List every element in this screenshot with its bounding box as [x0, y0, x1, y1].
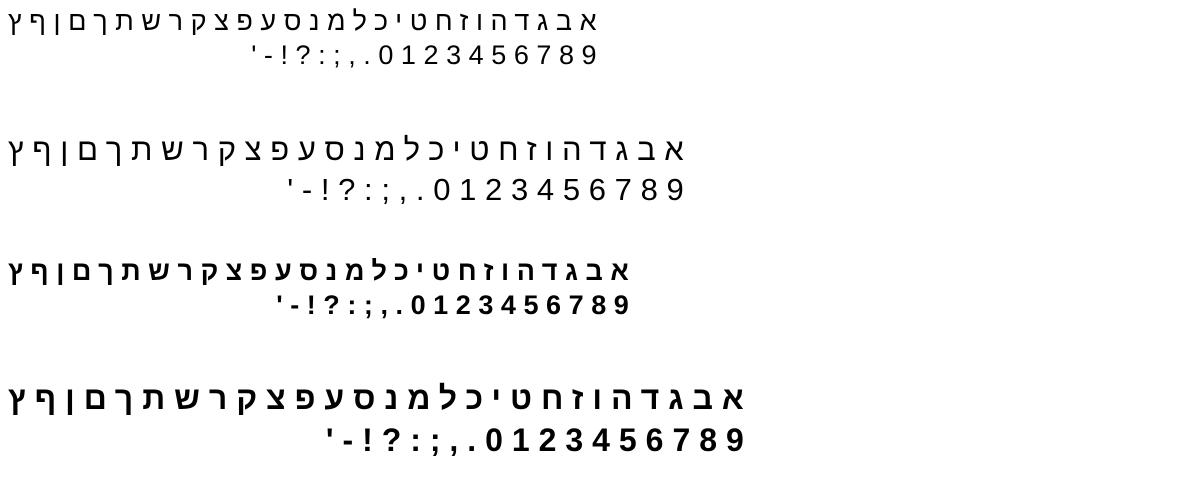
- font-sample-bold-small: אבגדהוזחטיכלמנסעפצקרשתךםןףץ 0123456789.,…: [8, 258, 636, 326]
- digits-punctuation-line: 0123456789.,;:?!-': [325, 422, 753, 458]
- digits-punctuation-line: 0123456789.,;:?!-': [287, 172, 693, 207]
- hebrew-alphabet-line: אבגדהוזחטיכלמנסעפצקרשתךםןףץ: [8, 132, 693, 167]
- hebrew-alphabet-line: אבגדהוזחטיכלמנסעפצקרשתךםןףץ: [8, 256, 637, 286]
- font-sample-regular-large: אבגדהוזחטיכלמנסעפצקרשתךםןףץ 0123456789.,…: [8, 134, 692, 214]
- hebrew-alphabet-line: אבגדהוזחטיכלמנסעפצקרשתךםןףץ: [8, 6, 605, 36]
- font-sample-bold-large: אבגדהוזחטיכלמנסעפצקרשתךםןףץ 0123456789.,…: [8, 382, 753, 466]
- hebrew-alphabet-line: אבגדהוזחטיכלמנסעפצקרשתךםןףץ: [8, 380, 753, 416]
- digits-punctuation-line: 0123456789.,;:?!-': [251, 40, 605, 70]
- font-sample-regular-small: אבגדהוזחטיכלמנסעפצקרשתךםןףץ 0123456789.,…: [8, 8, 604, 76]
- digits-punctuation-line: 0123456789.,;:?!-': [276, 290, 637, 320]
